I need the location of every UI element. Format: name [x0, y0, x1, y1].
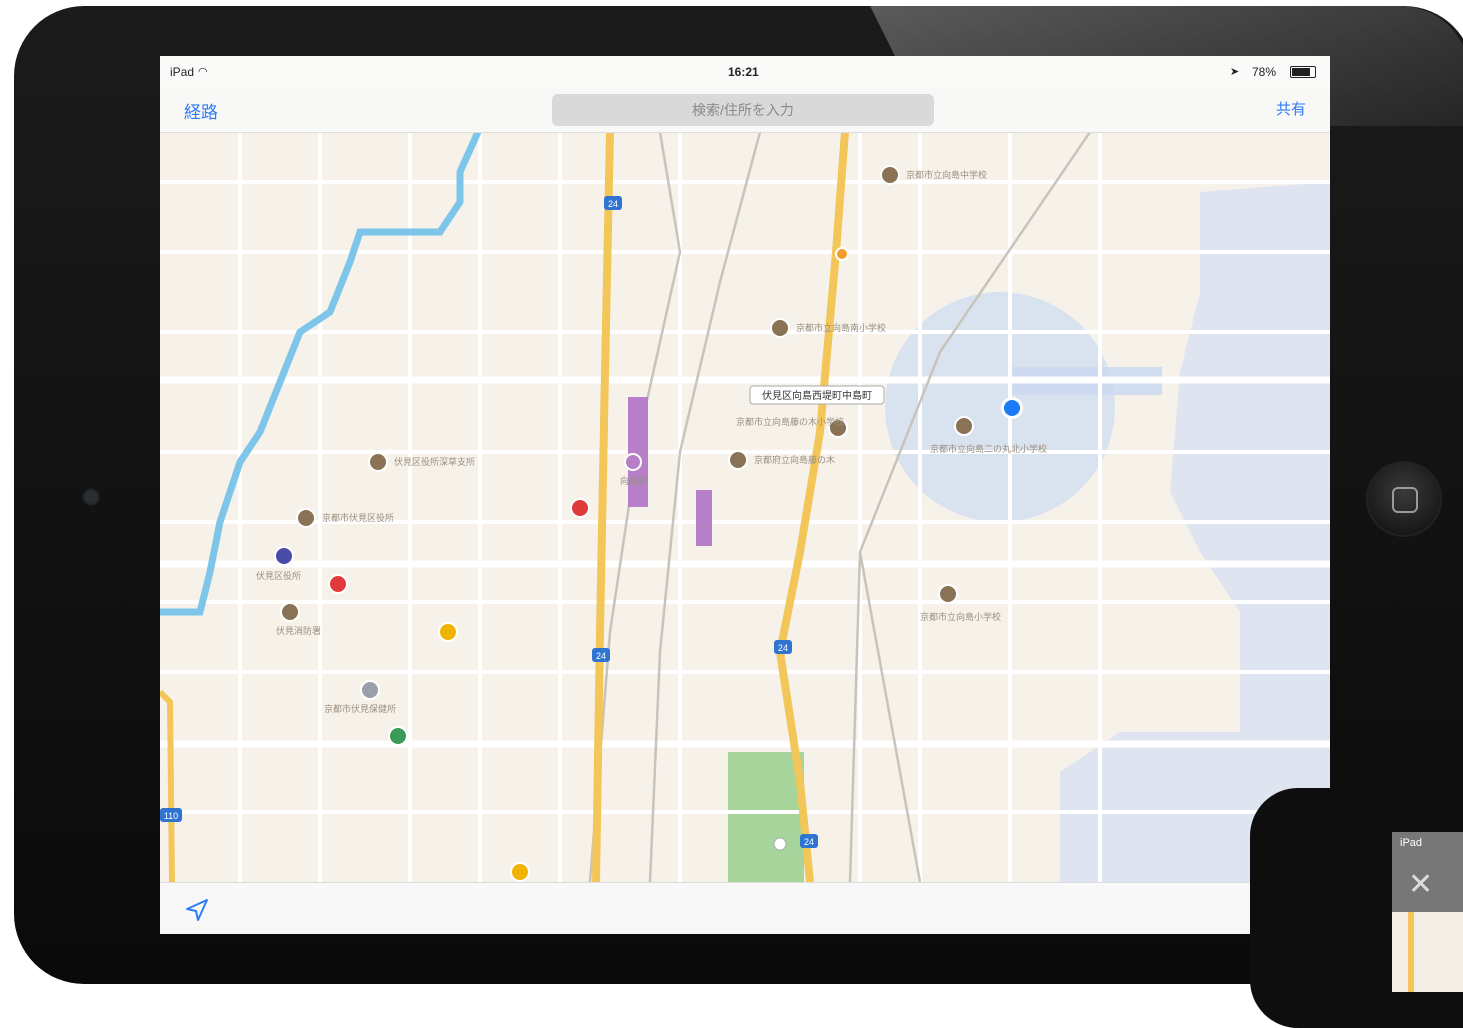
home-square-icon — [1392, 487, 1418, 513]
school-pin-icon[interactable] — [880, 165, 900, 185]
building-pin-icon[interactable] — [360, 680, 380, 700]
ipad-screen: 24 24 24 24 110 伏見区向島西堤町中島町 京都市立向島中学校 京都… — [160, 56, 1330, 934]
route-number: 24 — [804, 837, 814, 847]
location-arrow-icon[interactable] — [184, 897, 210, 923]
route-number: 24 — [608, 199, 618, 209]
park-marker-icon[interactable] — [773, 837, 787, 851]
school-pin-icon[interactable] — [728, 450, 748, 470]
iphone-carrier-label: iPad — [1400, 837, 1423, 849]
school-pin-icon[interactable] — [296, 508, 316, 528]
home-button[interactable] — [1368, 463, 1440, 535]
navigation-bar: 経路 検索/住所を入力 共有 — [160, 86, 1330, 133]
bottom-toolbar — [160, 882, 1330, 934]
carrier-label: iPad — [170, 65, 195, 79]
wifi-icon: ◠ — [198, 66, 208, 78]
station-label: 向島駅 — [620, 475, 647, 487]
poi-label: 京都市立向島南小学校 — [796, 322, 886, 334]
poi-label: 伏見区役所深草支所 — [394, 456, 475, 468]
school-pin-icon[interactable] — [954, 416, 974, 436]
battery-fill — [1292, 68, 1310, 76]
route-number: 24 — [778, 643, 788, 653]
shop-pin-icon[interactable] — [835, 247, 849, 261]
battery-percent: 78% — [1252, 65, 1277, 79]
food-pin-icon[interactable] — [438, 622, 458, 642]
poi-label: 京都市立向島中学校 — [906, 169, 987, 181]
close-icon[interactable]: ✕ — [1408, 870, 1433, 900]
fire-station-pin-icon[interactable] — [328, 574, 348, 594]
iphone-screen: iPad ✕ — [1392, 832, 1463, 992]
location-services-icon: ➤ — [1230, 66, 1240, 78]
station-platform — [696, 490, 712, 546]
poi-label: 伏見区役所 — [256, 570, 301, 582]
status-bar: iPad ◠ 16:21 ➤ 78% — [160, 56, 1330, 86]
share-button[interactable]: 共有 — [1276, 98, 1306, 119]
map-view[interactable]: 24 24 24 24 110 伏見区向島西堤町中島町 京都市立向島中学校 京都… — [160, 132, 1330, 882]
battery-icon — [1290, 66, 1316, 78]
camera-icon — [82, 488, 100, 506]
school-pin-icon[interactable] — [368, 452, 388, 472]
school-pin-icon[interactable] — [280, 602, 300, 622]
iphone-map-road — [1408, 912, 1414, 992]
station-platform — [628, 397, 648, 507]
government-pin-icon[interactable] — [274, 546, 294, 566]
iphone-map-preview — [1392, 912, 1463, 992]
route-number: 110 — [164, 811, 178, 821]
status-time: 16:21 — [728, 65, 759, 79]
current-location-dot[interactable] — [1004, 400, 1020, 416]
poi-label: 京都市伏見保健所 — [324, 703, 396, 715]
search-input[interactable]: 検索/住所を入力 — [552, 94, 934, 126]
route-number: 24 — [596, 651, 606, 661]
park-area — [728, 752, 804, 882]
iphone-status-bar: iPad — [1392, 832, 1463, 854]
school-pin-icon[interactable] — [770, 318, 790, 338]
poi-label: 京都市立向島二の丸北小学校 — [930, 443, 1047, 455]
poi-label: 伏見消防署 — [276, 625, 321, 637]
directions-button[interactable]: 経路 — [184, 98, 218, 123]
poi-label: 京都市立向島小学校 — [920, 611, 1001, 623]
school-pin-icon[interactable] — [938, 584, 958, 604]
food-pin-icon[interactable] — [510, 862, 530, 882]
poi-label: 京都市伏見区役所 — [322, 512, 394, 524]
poi-label: 京都府立向島藤の木 — [754, 454, 835, 466]
park-pin-icon[interactable] — [388, 726, 408, 746]
hospital-pin-icon[interactable] — [570, 498, 590, 518]
train-station-icon[interactable] — [624, 453, 642, 471]
area-label: 伏見区向島西堤町中島町 — [762, 389, 872, 402]
poi-label: 京都市立向島藤の木小学校 — [736, 416, 844, 428]
